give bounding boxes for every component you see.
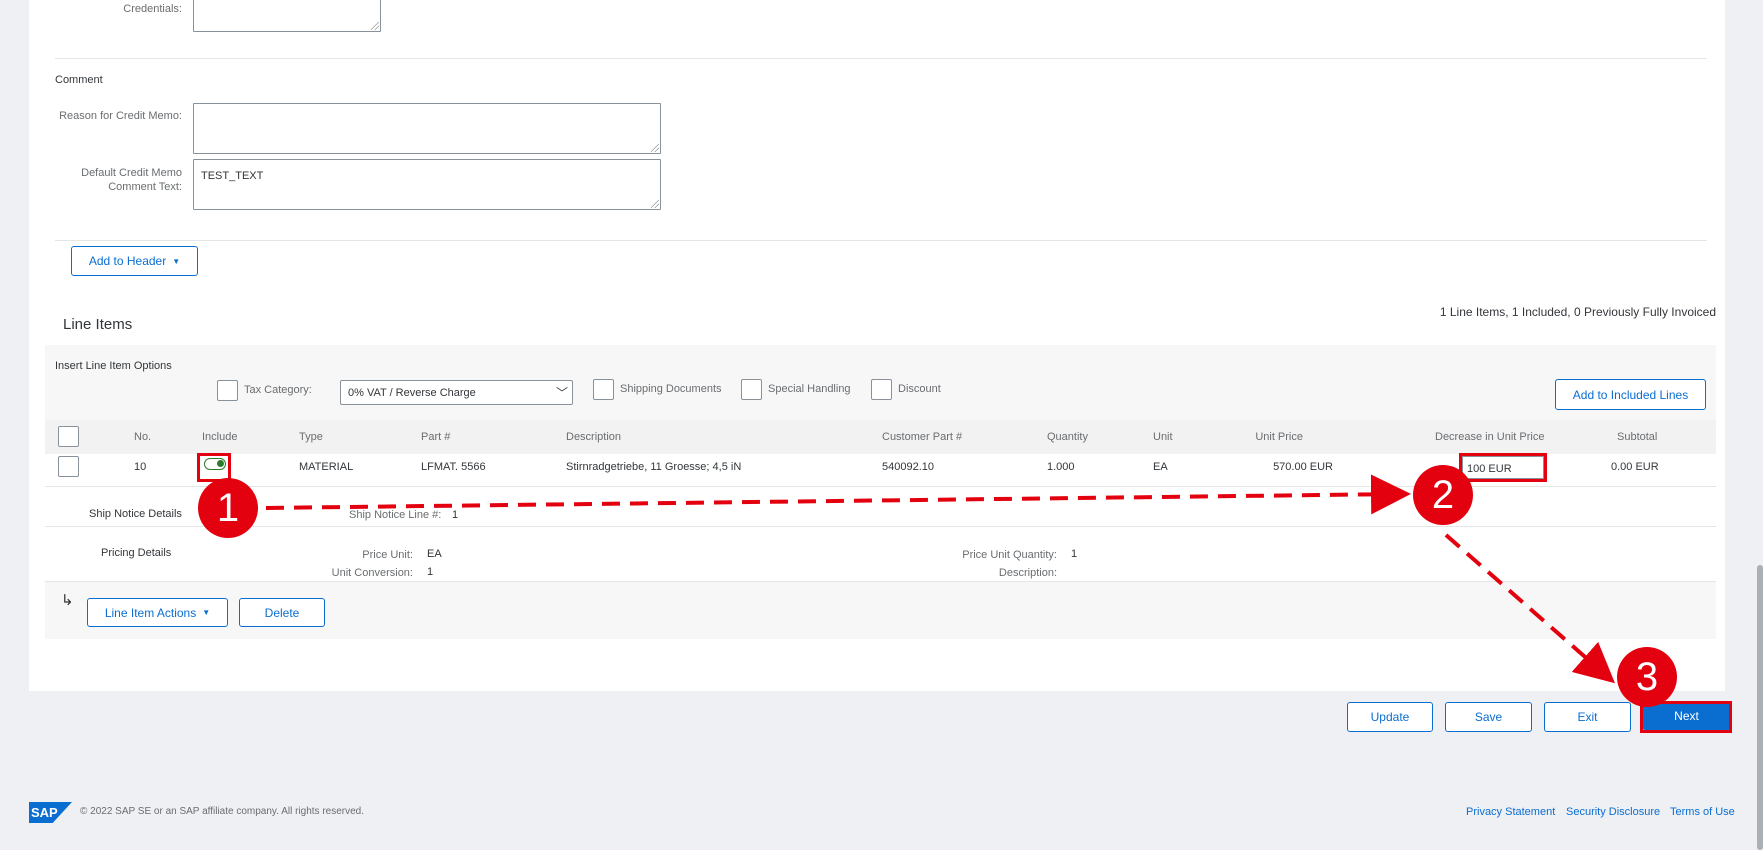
scrollbar-thumb[interactable]: [1757, 565, 1763, 850]
copyright-text: © 2022 SAP SE or an SAP affiliate compan…: [80, 806, 365, 817]
privacy-statement-link[interactable]: Privacy Statement: [1466, 806, 1555, 818]
annotation-step-1: 1: [198, 478, 258, 538]
arrow-1-to-2: [265, 474, 1411, 515]
scrollbar-track[interactable]: [1757, 0, 1763, 850]
terms-of-use-link[interactable]: Terms of Use: [1670, 806, 1735, 818]
annotation-step-2: 2: [1413, 465, 1473, 525]
annotation-step-3: 3: [1617, 647, 1677, 707]
security-disclosure-link[interactable]: Security Disclosure: [1566, 806, 1660, 818]
annotation-arrows: [265, 474, 1616, 684]
arrow-2-to-3: [1444, 533, 1616, 684]
